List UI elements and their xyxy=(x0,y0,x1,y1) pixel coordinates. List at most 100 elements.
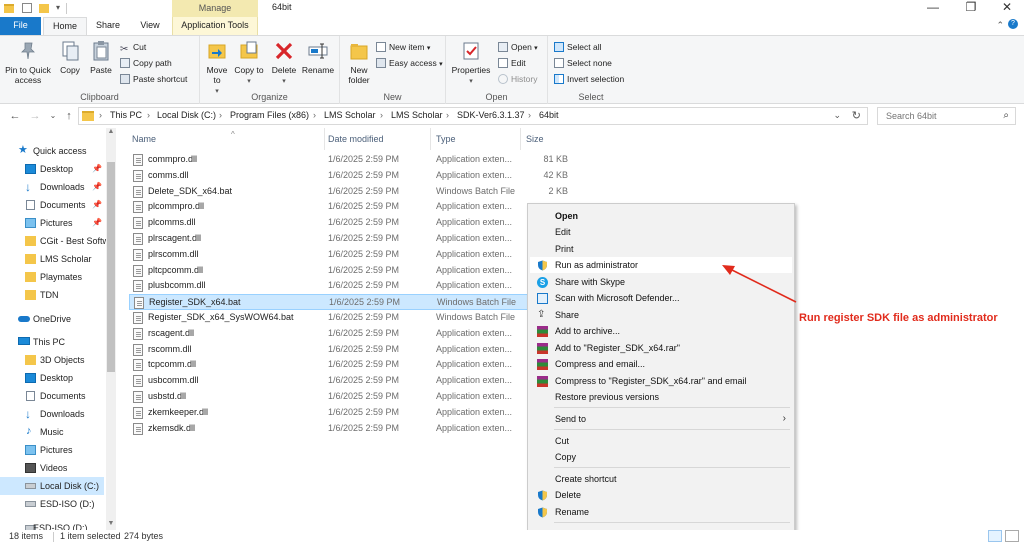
nav-item-pictures[interactable]: Pictures 📌 xyxy=(0,214,104,232)
nav-item-desktop[interactable]: Desktop 📌 xyxy=(0,160,104,178)
restore-button[interactable]: ❐ xyxy=(956,0,986,17)
breadcrumb-program-files[interactable]: Program Files (x86) xyxy=(230,110,309,120)
scroll-up-icon[interactable]: ▲ xyxy=(106,128,116,138)
breadcrumb-64bit[interactable]: 64bit xyxy=(539,110,559,120)
table-row[interactable]: comms.dll 1/6/2025 2:59 PM Application ext… xyxy=(129,168,568,184)
nav-item-esd-iso[interactable]: ESD-ISO (D:) xyxy=(0,495,104,513)
menu-scan-defender[interactable]: Scan with Microsoft Defender... xyxy=(530,290,792,306)
close-button[interactable]: ✕ xyxy=(992,0,1022,17)
breadcrumb-this-pc[interactable]: This PC xyxy=(110,110,142,120)
menu-compress-rar-email[interactable]: Compress to "Register_SDK_x64.rar" and e… xyxy=(530,373,792,389)
properties-button[interactable]: Properties ▾ xyxy=(450,40,492,87)
table-row[interactable]: commpro.dll 1/6/2025 2:59 PM Application e… xyxy=(129,152,568,168)
tab-share[interactable]: Share xyxy=(88,17,128,35)
move-to-button[interactable]: Move to ▾ xyxy=(202,40,232,97)
manage-tab[interactable]: Manage xyxy=(172,0,258,17)
breadcrumb-lms-scholar-2[interactable]: LMS Scholar xyxy=(391,110,443,120)
rename-button[interactable]: Rename xyxy=(300,40,336,75)
search-icon[interactable]: ⌕ xyxy=(1003,110,1009,121)
menu-delete[interactable]: Delete xyxy=(530,487,792,503)
select-all-button[interactable]: Select all xyxy=(554,40,602,54)
menu-copy[interactable]: Copy xyxy=(530,449,792,465)
column-size[interactable]: Size xyxy=(521,128,581,150)
address-dropdown-icon[interactable]: ⌄ xyxy=(833,110,841,121)
menu-add-to-rar[interactable]: Add to "Register_SDK_x64.rar" xyxy=(530,340,792,356)
easy-access-button[interactable]: Easy access ▾ xyxy=(376,56,443,70)
table-row[interactable]: plcomms.dll 1/6/2025 2:59 PM Application e… xyxy=(129,215,529,231)
edit-button[interactable]: Edit xyxy=(498,56,526,70)
nav-quick-access[interactable]: ★ Quick access xyxy=(0,142,104,160)
menu-cut[interactable]: Cut xyxy=(530,433,792,449)
nav-item-3d-objects[interactable]: 3D Objects xyxy=(0,351,104,369)
table-row[interactable]: zkemsdk.dll 1/6/2025 2:59 PM Application e… xyxy=(129,421,529,437)
column-date[interactable]: Date modified xyxy=(323,128,431,150)
pin-icon[interactable]: 📌 xyxy=(92,160,102,178)
copy-path-button[interactable]: Copy path xyxy=(120,56,172,70)
nav-item-esd-iso-2[interactable]: ESD-ISO (D:) xyxy=(0,519,104,530)
nav-scroll-thumb[interactable] xyxy=(107,162,115,372)
paste-button[interactable]: Paste xyxy=(87,40,115,75)
nav-item-tdn[interactable]: TDN xyxy=(0,286,104,304)
up-arrow-icon[interactable]: ↑ xyxy=(62,108,76,124)
table-row[interactable]: plrscomm.dll 1/6/2025 2:59 PM Application … xyxy=(129,247,529,263)
new-item-button[interactable]: New item ▾ xyxy=(376,40,430,54)
table-row[interactable]: Register_SDK_x64_SysWOW64.bat 1/6/2025 2:… xyxy=(129,310,529,326)
scroll-down-icon[interactable]: ▼ xyxy=(106,520,116,530)
table-row[interactable]: pltcpcomm.dll 1/6/2025 2:59 PM Application… xyxy=(129,263,529,279)
breadcrumb-lms-scholar[interactable]: LMS Scholar xyxy=(324,110,376,120)
cut-button[interactable]: ✂ Cut xyxy=(120,40,146,55)
select-none-button[interactable]: Select none xyxy=(554,56,612,70)
menu-edit[interactable]: Edit xyxy=(530,224,792,240)
table-row[interactable]: usbstd.dll 1/6/2025 2:59 PM Application ex… xyxy=(129,389,529,405)
menu-send-to[interactable]: Send to › xyxy=(530,411,792,427)
copy-button[interactable]: Copy xyxy=(56,40,84,75)
nav-scrollbar[interactable]: ▲ ▼ xyxy=(106,128,116,530)
nav-onedrive[interactable]: OneDrive xyxy=(0,310,104,328)
table-row[interactable]: Register_SDK_x64.bat 1/6/2025 2:59 PM Wind… xyxy=(129,294,529,311)
pin-icon[interactable]: 📌 xyxy=(92,178,102,196)
nav-item-cgit[interactable]: CGit - Best Softw xyxy=(0,232,109,250)
nav-item-local-disk[interactable]: Local Disk (C:) xyxy=(0,477,104,495)
open-button[interactable]: Open ▾ xyxy=(498,40,538,54)
table-row[interactable]: Delete_SDK_x64.bat 1/6/2025 2:59 PM Window… xyxy=(129,184,568,200)
pin-quick-access-button[interactable]: Pin to Quick access xyxy=(2,40,54,85)
nav-this-pc[interactable]: This PC xyxy=(0,333,104,351)
menu-rename[interactable]: Rename xyxy=(530,504,792,520)
menu-share-with-skype[interactable]: S Share with Skype xyxy=(530,274,792,290)
table-row[interactable]: usbcomm.dll 1/6/2025 2:59 PM Application e… xyxy=(129,373,529,389)
nav-item-documents[interactable]: Documents 📌 xyxy=(0,196,104,214)
details-view-icon[interactable] xyxy=(988,530,1002,542)
tab-home[interactable]: Home xyxy=(43,17,87,35)
nav-item-music[interactable]: ♪ Music xyxy=(0,423,104,441)
menu-run-as-administrator[interactable]: Run as administrator xyxy=(530,257,792,273)
help-icon[interactable]: ? xyxy=(1008,19,1018,29)
nav-item-playmates[interactable]: Playmates xyxy=(0,268,104,286)
menu-create-shortcut[interactable]: Create shortcut xyxy=(530,471,792,487)
table-row[interactable]: rscagent.dll 1/6/2025 2:59 PM Application … xyxy=(129,326,529,342)
menu-share[interactable]: ⇪ Share xyxy=(530,307,792,323)
menu-print[interactable]: Print xyxy=(530,241,792,257)
properties-check-icon[interactable] xyxy=(22,3,32,13)
menu-compress-and-email[interactable]: Compress and email... xyxy=(530,356,792,372)
paste-shortcut-button[interactable]: Paste shortcut xyxy=(120,72,187,86)
pin-icon[interactable]: 📌 xyxy=(92,196,102,214)
nav-item-videos[interactable]: Videos xyxy=(0,459,104,477)
history-button[interactable]: History xyxy=(498,72,537,86)
table-row[interactable]: plcommpro.dll 1/6/2025 2:59 PM Application… xyxy=(129,199,529,215)
nav-item-downloads-pc[interactable]: ↓ Downloads xyxy=(0,405,104,423)
back-arrow-icon[interactable]: ← xyxy=(8,108,22,124)
new-folder-icon[interactable] xyxy=(39,4,49,13)
table-row[interactable]: tcpcomm.dll 1/6/2025 2:59 PM Application e… xyxy=(129,357,529,373)
large-icons-view-icon[interactable] xyxy=(1005,530,1019,542)
search-box[interactable]: ⌕ xyxy=(877,107,1016,125)
new-folder-button[interactable]: New folder xyxy=(342,40,376,85)
table-row[interactable]: rscomm.dll 1/6/2025 2:59 PM Application ex… xyxy=(129,342,529,358)
delete-button[interactable]: Delete ▾ xyxy=(268,40,300,87)
invert-selection-button[interactable]: Invert selection xyxy=(554,72,624,86)
table-row[interactable]: plrscagent.dll 1/6/2025 2:59 PM Applicatio… xyxy=(129,231,529,247)
tab-file[interactable]: File xyxy=(0,17,41,35)
tab-application-tools[interactable]: Application Tools xyxy=(172,17,258,35)
column-name[interactable]: ^ Name xyxy=(127,128,325,150)
menu-open[interactable]: Open xyxy=(530,208,792,224)
search-input[interactable] xyxy=(878,108,998,124)
